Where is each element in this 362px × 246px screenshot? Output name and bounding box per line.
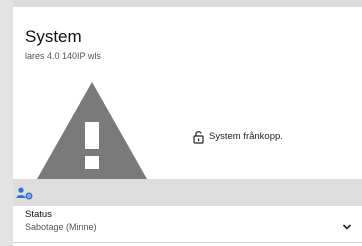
top-edge (0, 0, 362, 7)
system-state: System frånkopp. (193, 130, 283, 144)
warning-triangle-icon (37, 82, 147, 179)
user-gear-icon[interactable] (16, 187, 34, 200)
system-card: System lares 4.0 140IP wls System frånko… (13, 7, 362, 246)
system-state-text: System frånkopp. (209, 131, 283, 143)
section-bar (13, 179, 362, 206)
divider (13, 242, 362, 243)
chevron-down-icon[interactable] (342, 218, 352, 230)
page-title: System (25, 27, 82, 46)
left-edge (0, 0, 13, 246)
status-label: Status (25, 209, 52, 220)
status-row[interactable]: Status Sabotage (Minne) (13, 206, 362, 242)
lock-open-icon (193, 130, 204, 144)
page: System lares 4.0 140IP wls System frånko… (0, 0, 362, 246)
device-model: lares 4.0 140IP wls (25, 51, 101, 61)
status-value: Sabotage (Minne) (25, 222, 97, 232)
